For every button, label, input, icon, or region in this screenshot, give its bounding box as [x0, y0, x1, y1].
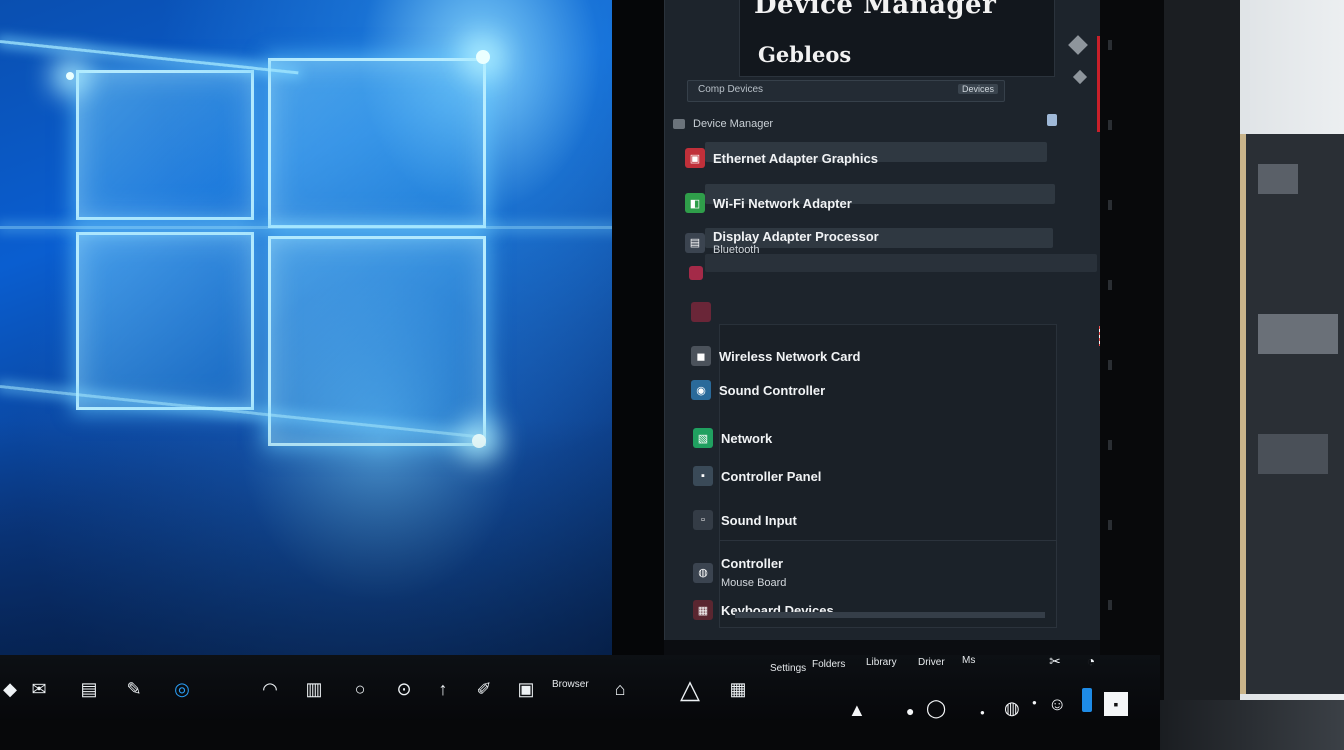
notifications-icon[interactable]: ◯	[926, 698, 946, 719]
device-item[interactable]: ▪ Controller Panel	[693, 466, 821, 486]
tray-icon[interactable]: ◔	[1080, 647, 1102, 675]
dot-icon[interactable]: ●	[980, 708, 985, 717]
dot-icon[interactable]: ●	[906, 703, 914, 719]
device-label: Sound Input	[721, 512, 797, 528]
app-icon[interactable]: ▦	[724, 675, 752, 703]
search-icon[interactable]: ⊙	[390, 675, 418, 703]
device-item[interactable]	[691, 302, 711, 322]
address-bar[interactable]: Comp Devices Devices	[687, 80, 1005, 102]
tree-root[interactable]: Device Manager	[673, 118, 773, 130]
pen-icon[interactable]: ✎	[120, 675, 148, 703]
device-item[interactable]: ▧ Network	[693, 428, 772, 448]
device-item[interactable]: ◍ Controller Mouse Board	[693, 556, 786, 589]
window-header: Device Manager Gebleos	[739, 0, 1055, 77]
start-icon[interactable]: ◆	[0, 675, 20, 703]
second-monitor	[1240, 134, 1344, 694]
mail-icon[interactable]: ✉	[24, 675, 54, 703]
window-icon[interactable]: ▣	[512, 675, 540, 703]
taskbar-label[interactable]: Browser	[552, 679, 589, 690]
monitor-bottom-bezel	[0, 720, 1344, 750]
cortana-icon[interactable]: ◎	[168, 675, 196, 703]
device-icon	[689, 266, 703, 280]
device-item[interactable]: ▣ Ethernet Adapter Graphics	[685, 148, 878, 168]
store-icon[interactable]: ▥	[300, 675, 328, 703]
device-label: Ethernet Adapter Graphics	[713, 150, 878, 166]
device-label: Network	[721, 430, 773, 446]
device-icon: ◧	[685, 193, 705, 213]
taskbar-label[interactable]: Driver	[918, 657, 945, 668]
address-text: Comp Devices	[698, 84, 764, 95]
minimize-icon[interactable]	[1068, 35, 1088, 55]
device-icon: ▤	[685, 232, 705, 253]
device-icon: ▧	[693, 428, 713, 448]
device-item[interactable]: ▤ Display Adapter Processor Bluetooth	[685, 229, 879, 256]
device-sublabel: Bluetooth	[713, 244, 760, 256]
device-sublabel: Mouse Board	[721, 577, 787, 589]
desktop-icon[interactable]: ▪	[1104, 692, 1128, 716]
volume-icon[interactable]: ◍	[1004, 698, 1020, 719]
device-icon: ▦	[693, 600, 713, 620]
taskbar-label[interactable]: Ms	[962, 655, 975, 666]
window-subtitle: Gebleos	[758, 42, 852, 67]
user-icon[interactable]: ☺	[1048, 694, 1066, 715]
device-icon: ◉	[691, 380, 711, 400]
device-icon: ◍	[693, 562, 713, 583]
device-item[interactable]: ◧ Wi-Fi Network Adapter	[685, 193, 852, 213]
battery-icon[interactable]	[1082, 688, 1092, 712]
computer-icon	[673, 119, 685, 129]
device-icon	[691, 302, 711, 322]
info-icon[interactable]	[1047, 114, 1057, 126]
windows-logo-pane-tr	[268, 58, 486, 228]
device-icon: ▫	[693, 510, 713, 530]
monitor-bezel	[612, 0, 664, 700]
device-icon: ◼	[691, 346, 711, 366]
monitor-bezel-right	[1100, 0, 1164, 710]
settings-icon[interactable]: ○	[346, 675, 374, 703]
desk-surface	[1160, 700, 1344, 750]
windows-logo-pane-bl	[76, 232, 254, 410]
device-item[interactable]: ▫ Sound Input	[693, 510, 797, 530]
files-icon[interactable]: ▤	[74, 675, 104, 703]
device-label: Wireless Network Card	[719, 348, 861, 364]
address-button[interactable]: Devices	[957, 84, 998, 94]
device-icon: ▪	[693, 466, 713, 486]
device-label: Sound Controller	[719, 382, 826, 398]
wifi-icon[interactable]: ▲	[848, 700, 866, 721]
taskbar-label[interactable]: Library	[866, 657, 897, 668]
close-icon[interactable]	[1072, 69, 1088, 85]
taskbar: ◆ ✉ ▤ ✎ ◎ ◠ ▥ ○ ⊙ ↑ ✐ ▣ Browser ⌂ △ ▦ Se…	[0, 653, 1160, 723]
device-item[interactable]: ◉ Sound Controller	[691, 380, 825, 400]
device-label: Controller Panel	[721, 468, 822, 484]
triangle-icon[interactable]: △	[672, 674, 708, 704]
second-monitor-frame	[1160, 0, 1240, 700]
home-icon[interactable]: ⌂	[606, 675, 634, 703]
edge-icon[interactable]: ◠	[256, 675, 284, 703]
device-label: Display Adapter Processor	[713, 229, 879, 244]
tree-root-label: Device Manager	[693, 118, 774, 130]
device-label: Wi-Fi Network Adapter	[713, 195, 852, 211]
taskbar-label[interactable]: Folders	[812, 659, 845, 670]
taskbar-label[interactable]: Settings	[770, 663, 806, 674]
device-icon: ▣	[685, 148, 705, 168]
device-label: Controller	[721, 556, 784, 571]
arrow-icon[interactable]: ↑	[432, 675, 454, 703]
dot-icon[interactable]: ●	[1032, 698, 1037, 707]
row-highlight	[705, 254, 1097, 272]
tools-icon[interactable]: ✐	[470, 675, 498, 703]
device-manager-window: Device Manager Gebleos Comp Devices Devi…	[664, 0, 1115, 640]
tools-icon[interactable]: ✂	[1044, 647, 1066, 675]
windows-logo-pane-tl	[76, 70, 254, 220]
device-item[interactable]: ◼ Wireless Network Card	[691, 346, 861, 366]
horizontal-scrollbar[interactable]	[735, 612, 1045, 618]
window-title: Device Manager	[754, 0, 997, 20]
windows-logo-pane-br	[268, 236, 486, 446]
desktop-wallpaper	[0, 0, 618, 668]
device-item[interactable]	[689, 266, 703, 280]
